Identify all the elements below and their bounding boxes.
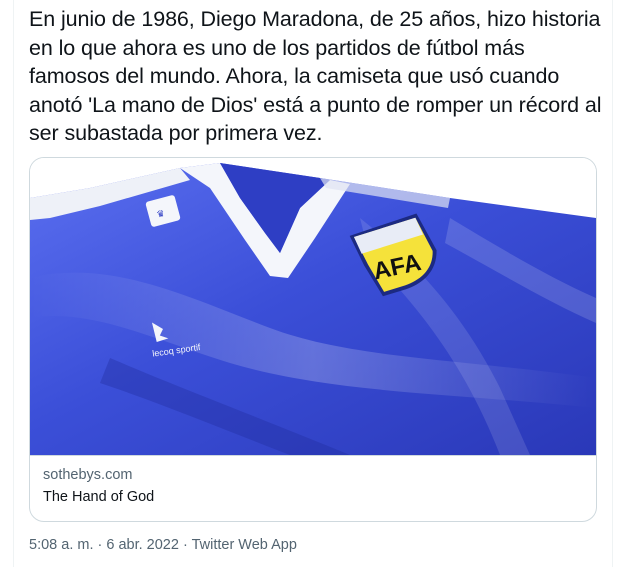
card-image-maradona-shirt[interactable]: ♛ lecoq sportif AFA — [30, 158, 596, 455]
meta-separator: · — [178, 537, 192, 553]
tweet-source[interactable]: Twitter Web App — [192, 537, 297, 553]
tweet: En junio de 1986, Diego Maradona, de 25 … — [0, 0, 630, 567]
timeline-border-right — [612, 0, 613, 567]
tweet-time[interactable]: 5:08 a. m. — [29, 537, 93, 553]
tweet-metadata: 5:08 a. m. · 6 abr. 2022 · Twitter Web A… — [29, 537, 297, 553]
tweet-text: En junio de 1986, Diego Maradona, de 25 … — [29, 7, 602, 145]
tweet-date[interactable]: 6 abr. 2022 — [106, 537, 179, 553]
card-title[interactable]: The Hand of God — [43, 489, 154, 505]
timeline-border-left — [13, 0, 14, 567]
card-domain[interactable]: sothebys.com — [43, 467, 132, 483]
link-card[interactable]: ♛ lecoq sportif AFA sothebys.com The Han… — [29, 157, 597, 522]
shirt-illustration: ♛ lecoq sportif AFA — [30, 163, 596, 455]
meta-separator: · — [93, 537, 107, 553]
card-divider — [30, 455, 596, 456]
